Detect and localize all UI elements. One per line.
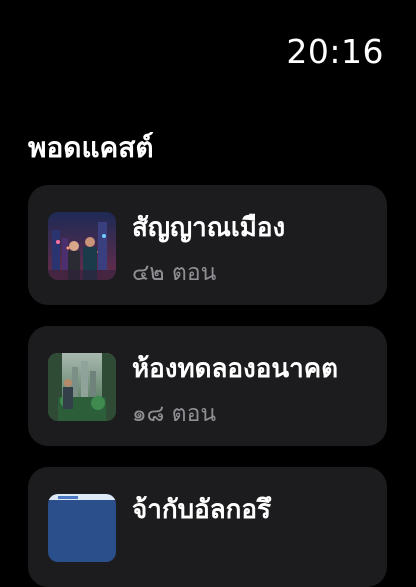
blue-artwork [48, 494, 116, 562]
podcast-card[interactable]: จ้ากับอัลกอรึ [28, 467, 387, 587]
podcast-title: จ้ากับอัลกอรึ [132, 495, 271, 525]
podcast-artwork [48, 212, 116, 280]
podcast-artwork [48, 353, 116, 421]
podcast-title: ห้องทดลองอนาคต [132, 354, 338, 384]
podcast-card[interactable]: ห้องทดลองอนาคต ๑๘ ตอน [28, 326, 387, 446]
podcast-artwork [48, 494, 116, 562]
status-time: 20:16 [286, 32, 384, 71]
episode-count: ๑๘ ตอน [132, 401, 217, 427]
city-night-couple-artwork [48, 212, 116, 280]
podcast-card[interactable]: สัญญาณเมือง ๔๒ ตอน [28, 185, 387, 305]
episode-count: ๔๒ ตอน [132, 260, 217, 286]
section-title: พอดแคสต์ [28, 131, 154, 164]
podcast-title: สัญญาณเมือง [132, 213, 286, 243]
futuristic-lab-artwork [48, 353, 116, 421]
